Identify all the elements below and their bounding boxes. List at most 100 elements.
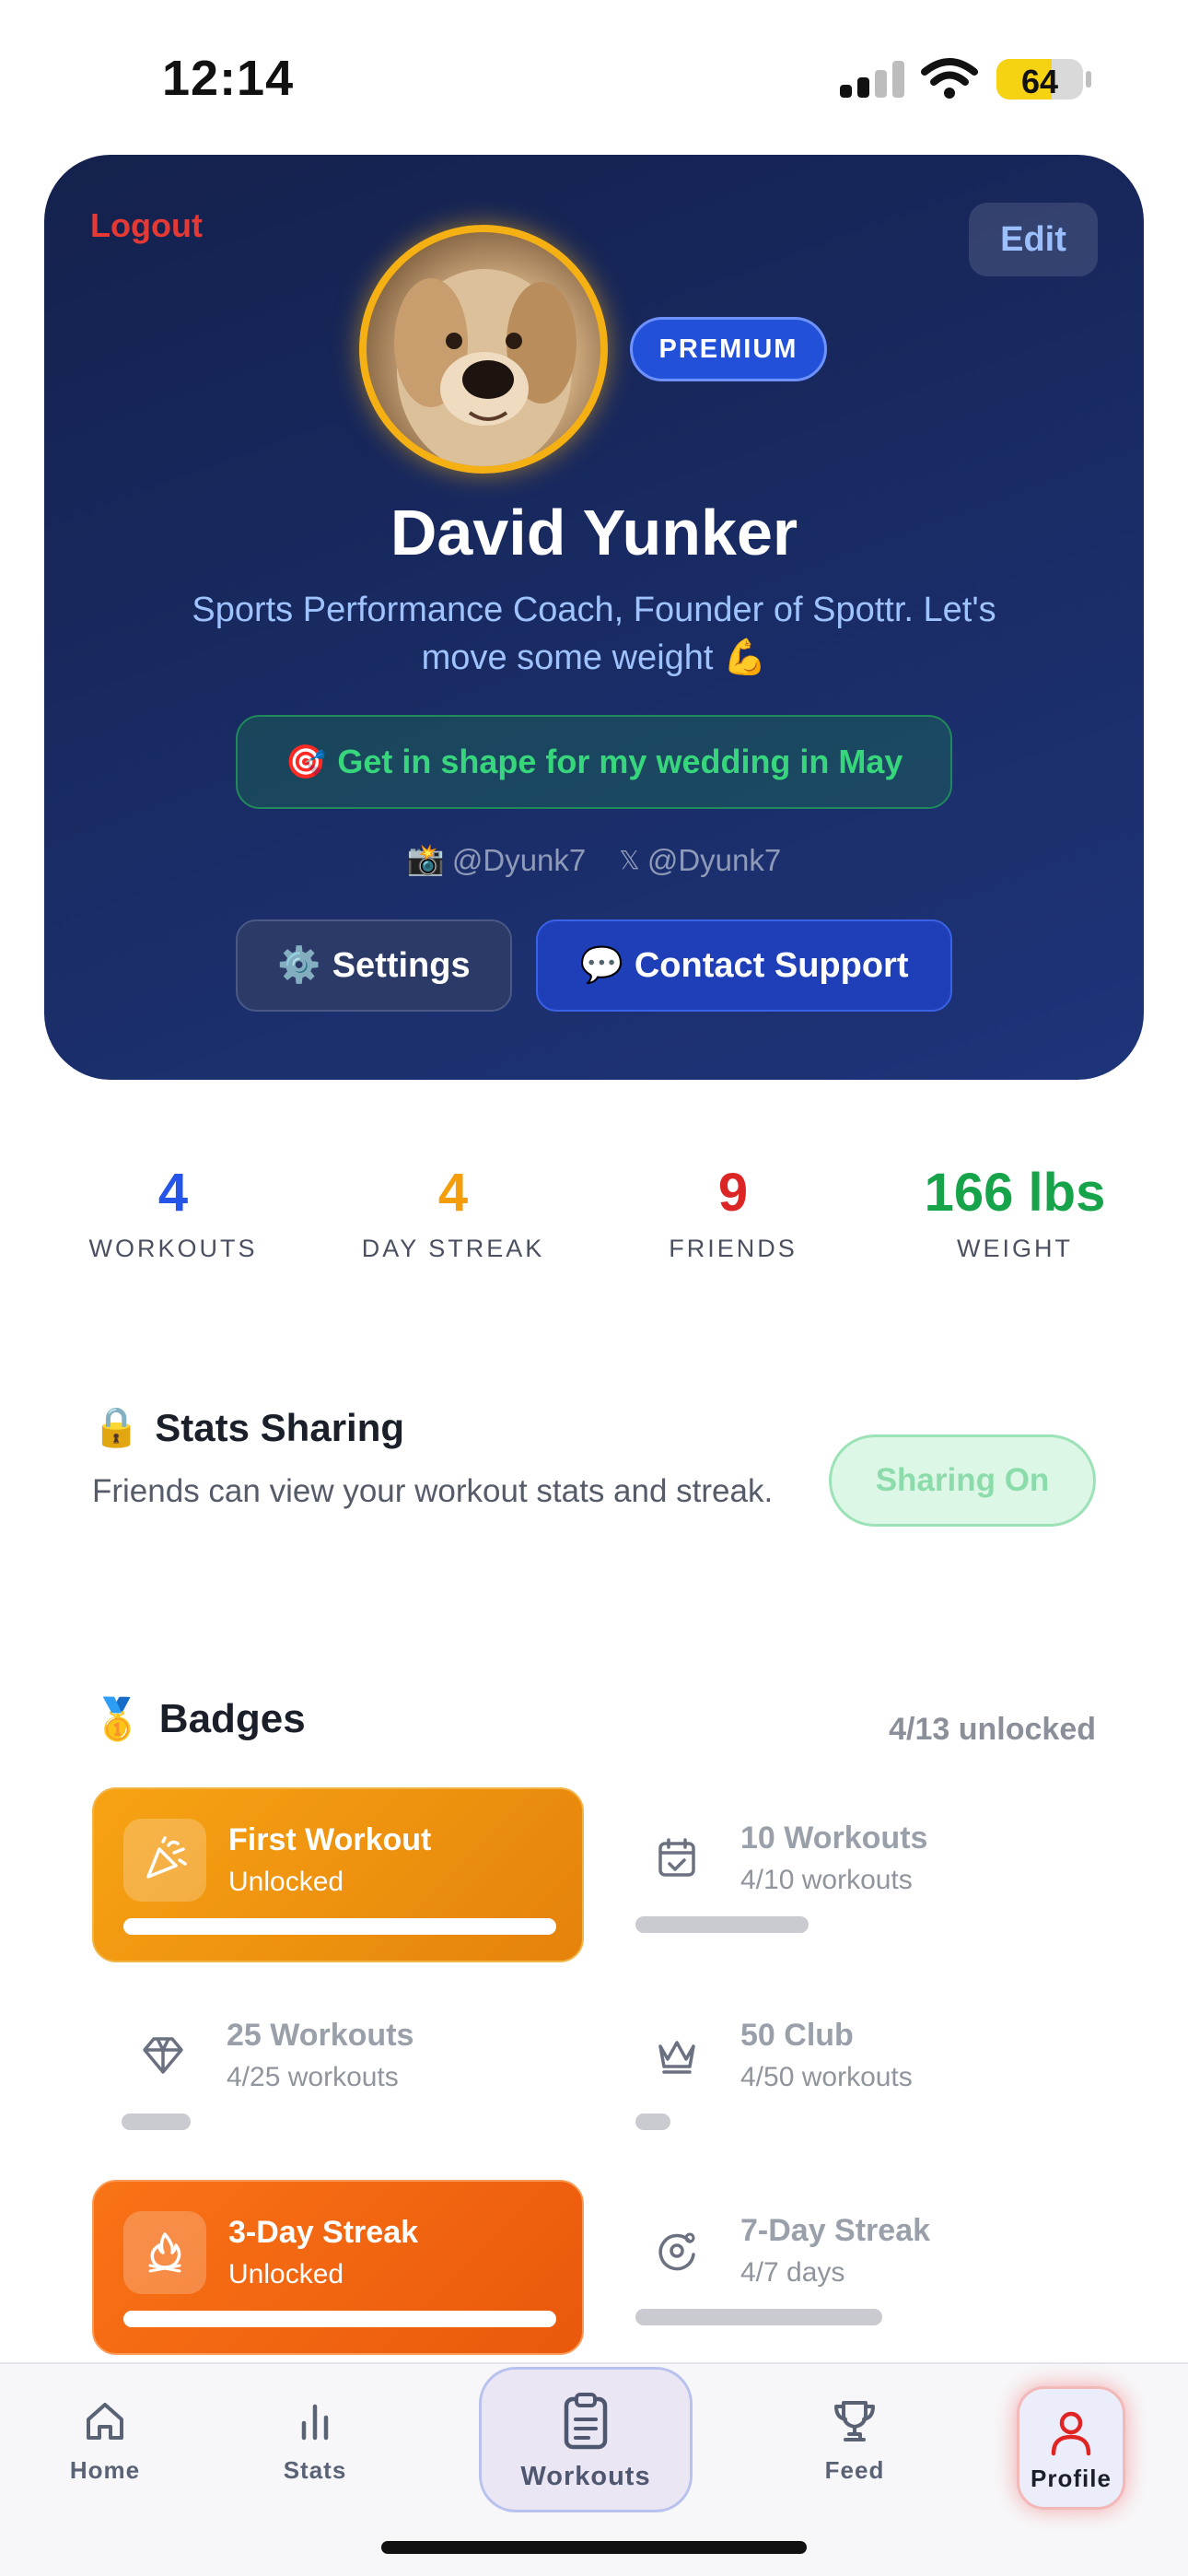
status-time: 12:14 [162,51,295,106]
badge-title: First Workout [228,1822,432,1857]
battery-indicator: 64 [996,59,1083,100]
cellular-signal-icon [840,61,904,98]
goal-text: Get in shape for my wedding in May [337,743,903,780]
stats-sharing-title: 🔒 Stats Sharing [92,1405,404,1450]
clipboard-icon [482,2392,690,2451]
tab-home[interactable]: Home [31,2395,179,2485]
trophy-icon [781,2395,928,2447]
stat-label: WORKOUTS [88,1235,258,1262]
stats-sharing-heading: Stats Sharing [155,1405,405,1449]
person-icon [1019,2407,1123,2459]
stat-value: 4 [437,1163,469,1223]
badge-progress-bar [123,1918,556,1935]
stat-friends[interactable]: 9 FRIENDS [604,1161,862,1263]
stats-sharing-description: Friends can view your workout stats and … [92,1473,774,1509]
profile-actions: ⚙️ Settings 💬 Contact Support [236,919,952,1012]
tab-label: Home [69,2456,141,2484]
status-bar: 12:14 64 [0,0,1188,157]
badge-title: 25 Workouts [227,2018,414,2053]
badges-heading: Badges [158,1696,306,1741]
stat-weight[interactable]: 166 lbs WEIGHT [886,1161,1144,1263]
diamond-icon [122,2014,204,2097]
battery-percent: 64 [1020,63,1059,100]
logout-button[interactable]: Logout [90,206,203,245]
profile-bio: Sports Performance Coach, Founder of Spo… [192,591,996,677]
stat-value: 4 [157,1163,189,1223]
x-handle: @Dyunk7 [646,842,782,877]
stat-workouts: 4 WORKOUTS [44,1161,302,1263]
party-popper-icon [123,1819,206,1902]
calendar-check-icon [635,1817,718,1900]
badge-title: 50 Club [740,2018,854,2053]
stat-label: DAY STREAK [361,1235,545,1262]
tab-label: Profile [1031,2465,1112,2492]
stat-value: 166 lbs [924,1163,1106,1223]
stats-row: 4 WORKOUTS 4 DAY STREAK 9 FRIENDS 166 lb… [0,1161,1188,1281]
dog-photo-icon [394,269,577,466]
orbit-icon [635,2209,718,2292]
tab-stats[interactable]: Stats [241,2395,389,2485]
wifi-icon [921,58,978,99]
tab-label: Stats [283,2456,347,2484]
badge-50-club[interactable]: 50 Club 4/50 workouts [606,1985,1098,2160]
badge-progress-bar [123,2311,556,2327]
contact-support-button[interactable]: 💬 Contact Support [536,919,952,1012]
stats-icon [241,2395,389,2447]
settings-label: Settings [332,945,471,985]
lock-icon: 🔒 [92,1405,141,1448]
badge-progress-bar [635,2113,670,2130]
x-logo-icon: 𝕏 [619,846,640,874]
camera-flash-icon: 📸 [406,842,445,876]
goal-banner[interactable]: 🎯 Get in shape for my wedding in May [236,715,952,809]
tab-feed[interactable]: Feed [781,2395,928,2485]
battery-cap [1086,71,1091,88]
badge-subtitle: 4/25 workouts [227,2062,399,2092]
badge-subtitle: Unlocked [228,1867,344,1897]
tab-profile[interactable]: Profile [1017,2386,1125,2510]
badge-subtitle: 4/7 days [740,2257,845,2288]
stat-day-streak: 4 DAY STREAK [324,1161,582,1263]
avatar[interactable] [359,225,608,474]
badge-progress-bar [635,1916,809,1933]
badge-first-workout[interactable]: First Workout Unlocked [92,1787,584,1962]
tab-label: Feed [824,2456,885,2484]
badge-3-day-streak[interactable]: 3-Day Streak Unlocked [92,2180,584,2355]
badge-subtitle: Unlocked [228,2259,344,2289]
instagram-link[interactable]: 📸 @Dyunk7 [407,842,586,878]
stat-label: WEIGHT [957,1235,1073,1262]
home-indicator [381,2541,807,2554]
settings-button[interactable]: ⚙️ Settings [236,919,512,1012]
badge-title: 7-Day Streak [740,2213,931,2248]
badges-header: 🥇 Badges 4/13 unlocked [92,1695,1096,1760]
badge-subtitle: 4/10 workouts [740,1865,913,1895]
tab-label: Workouts [520,2462,651,2491]
badge-25-workouts[interactable]: 25 Workouts 4/25 workouts [92,1985,584,2160]
badge-10-workouts[interactable]: 10 Workouts 4/10 workouts [606,1787,1098,1962]
crown-icon [635,2014,718,2097]
badge-title: 10 Workouts [740,1821,928,1856]
badge-7-day-streak[interactable]: 7-Day Streak 4/7 days [606,2180,1098,2355]
target-icon: 🎯 [285,743,327,780]
profile-card: Logout Edit PREMIUM David Yunker Sports … [44,155,1144,1080]
profile-name: David Yunker [390,497,798,568]
premium-badge: PREMIUM [630,317,827,381]
badge-subtitle: 4/50 workouts [740,2062,913,2092]
stats-sharing-section: 🔒 Stats Sharing Friends can view your wo… [92,1405,1096,1562]
badges-title: 🥇 Badges [92,1695,306,1743]
contact-support-label: Contact Support [634,945,909,985]
badge-title: 3-Day Streak [228,2215,419,2250]
badge-progress-bar [635,2309,882,2325]
social-links: 📸 @Dyunk7 𝕏 @Dyunk7 [44,842,1144,878]
badge-progress-bar [122,2113,191,2130]
stat-label: FRIENDS [669,1235,798,1262]
sharing-toggle-button[interactable]: Sharing On [829,1434,1096,1527]
instagram-handle: @Dyunk7 [451,842,587,877]
badges-count: 4/13 unlocked [889,1712,1096,1747]
gear-icon: ⚙️ [277,946,321,985]
flame-icon [123,2211,206,2294]
edit-profile-button[interactable]: Edit [969,203,1098,276]
speech-bubble-icon: 💬 [579,946,623,985]
home-icon [31,2395,179,2447]
tab-workouts[interactable]: Workouts [479,2367,693,2512]
x-link[interactable]: 𝕏 @Dyunk7 [619,842,781,878]
